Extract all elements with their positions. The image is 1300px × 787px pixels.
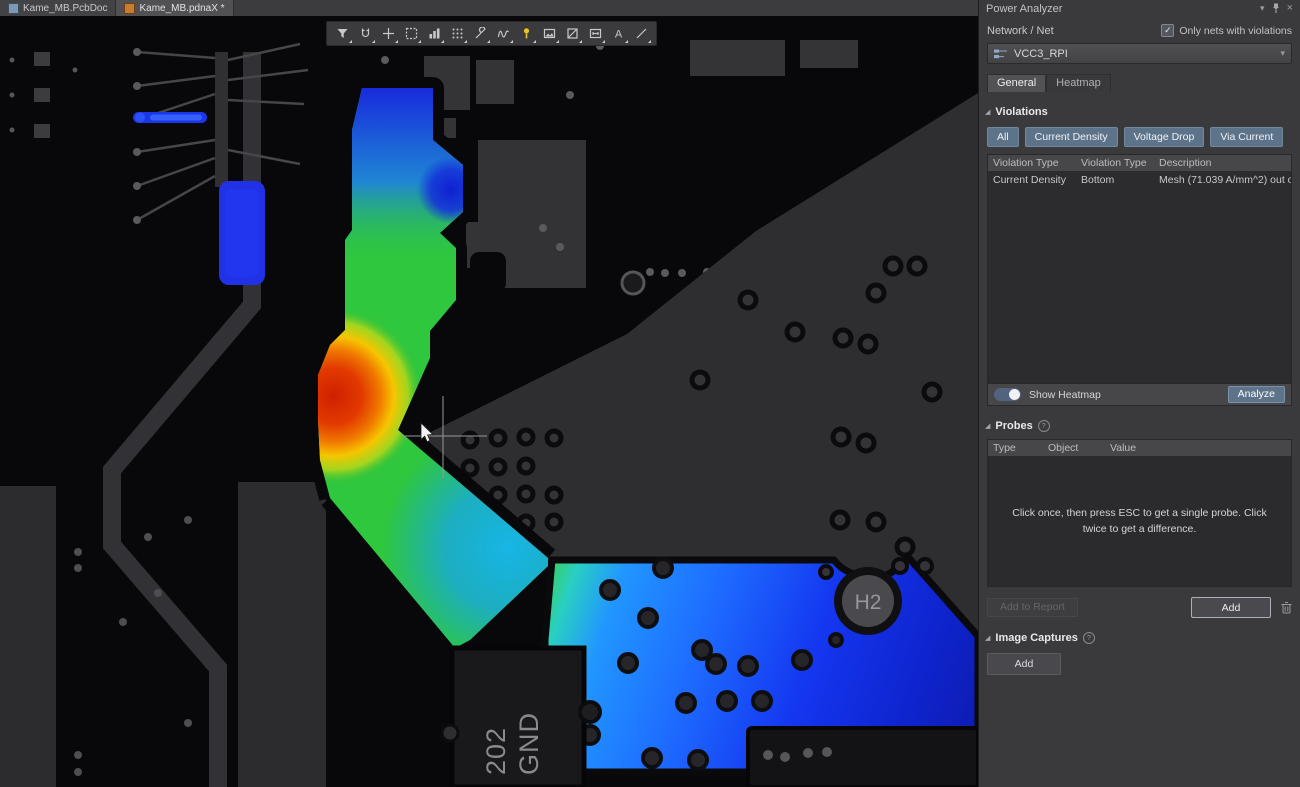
image-captures-section-header[interactable]: ◢ Image Captures ? xyxy=(985,632,1294,644)
application-window: 202 GND H2 Kame_MB.PcbDoc Kame_MB.pdnaX xyxy=(0,0,1300,787)
probes-title: Probes xyxy=(995,420,1032,432)
component-net-label: GND xyxy=(514,712,544,775)
dimension-icon[interactable] xyxy=(584,24,606,44)
pin-icon[interactable] xyxy=(1272,3,1280,15)
violation-layer-cell: Bottom xyxy=(1076,174,1154,186)
magnet-icon[interactable] xyxy=(354,24,376,44)
close-icon[interactable]: × xyxy=(1287,3,1293,14)
tab-heatmap[interactable]: Heatmap xyxy=(1046,74,1111,92)
chart-icon[interactable] xyxy=(423,24,445,44)
net-selector-dropdown[interactable]: VCC3_RPI ▾ xyxy=(987,43,1292,64)
tab-pcbdoc[interactable]: Kame_MB.PcbDoc xyxy=(0,0,116,16)
delete-probe-icon[interactable] xyxy=(1281,601,1292,614)
collapse-arrow-icon: ◢ xyxy=(985,423,990,430)
probes-empty-hint: Click once, then press ESC to get a sing… xyxy=(988,456,1291,586)
violation-row[interactable]: Current Density Bottom Mesh (71.039 A/mm… xyxy=(988,171,1291,188)
net-selector-value: VCC3_RPI xyxy=(1014,48,1274,60)
filter-voltage-drop-button[interactable]: Voltage Drop xyxy=(1124,127,1205,147)
probes-table-header: Type Object Value xyxy=(988,440,1291,456)
violations-table: Violation Type Violation Type Descriptio… xyxy=(987,154,1292,406)
filter-icon[interactable] xyxy=(331,24,353,44)
col-type[interactable]: Type xyxy=(988,442,1043,454)
info-icon[interactable]: ? xyxy=(1083,632,1095,644)
checkbox-check-icon: ✓ xyxy=(1161,24,1174,37)
measure-icon[interactable] xyxy=(492,24,514,44)
add-probe-button[interactable]: Add xyxy=(1191,597,1271,618)
wrench-icon[interactable] xyxy=(469,24,491,44)
probes-table: Type Object Value Click once, then press… xyxy=(987,439,1292,587)
net-icon xyxy=(994,49,1008,59)
tab-pcbdoc-label: Kame_MB.PcbDoc xyxy=(23,3,107,14)
violation-filters: All Current Density Voltage Drop Via Cur… xyxy=(987,127,1292,147)
pdna-doc-icon xyxy=(124,3,135,14)
collapse-arrow-icon: ◢ xyxy=(985,109,990,116)
panel-title: Power Analyzer xyxy=(986,3,1253,15)
violations-table-body: Current Density Bottom Mesh (71.039 A/mm… xyxy=(988,171,1291,383)
add-image-capture-button[interactable]: Add xyxy=(987,653,1061,675)
probes-section-header[interactable]: ◢ Probes ? xyxy=(985,420,1294,432)
tab-general[interactable]: General xyxy=(987,74,1046,92)
probe-icon[interactable] xyxy=(515,24,537,44)
network-label: Network / Net xyxy=(987,25,1054,37)
pcb-doc-icon xyxy=(8,3,19,14)
analyze-button[interactable]: Analyze xyxy=(1228,386,1285,403)
col-violation-type-2[interactable]: Violation Type xyxy=(1076,157,1154,169)
image-icon[interactable] xyxy=(538,24,560,44)
pcb-canvas[interactable]: 202 GND H2 xyxy=(0,0,978,787)
panel-menu-icon[interactable]: ▾ xyxy=(1260,4,1265,13)
filter-all-button[interactable]: All xyxy=(987,127,1019,147)
filter-via-current-button[interactable]: Via Current xyxy=(1210,127,1283,147)
network-row: Network / Net ✓ Only nets with violation… xyxy=(987,24,1292,37)
show-heatmap-label: Show Heatmap xyxy=(1029,389,1228,401)
document-tabbar: Kame_MB.PcbDoc Kame_MB.pdnaX * xyxy=(0,0,978,16)
text-icon[interactable]: A xyxy=(607,24,629,44)
col-violation-type[interactable]: Violation Type xyxy=(988,157,1076,169)
hole-label: H2 xyxy=(855,591,882,614)
add-to-report-button[interactable]: Add to Report xyxy=(987,598,1078,617)
component-ref-label: 202 xyxy=(481,727,511,775)
net-dropdown-arrow-icon: ▾ xyxy=(1280,49,1285,58)
col-object[interactable]: Object xyxy=(1043,442,1105,454)
only-violations-checkbox[interactable]: ✓ Only nets with violations xyxy=(1161,24,1292,37)
power-analyzer-panel: Power Analyzer ▾ × Network / Net ✓ Only … xyxy=(978,0,1300,787)
image-captures-title: Image Captures xyxy=(995,632,1078,644)
probes-buttons-row: Add to Report Add xyxy=(987,597,1292,618)
analyzer-toolbar: A xyxy=(326,21,657,46)
panel-header: Power Analyzer ▾ × xyxy=(979,0,1300,17)
only-violations-label: Only nets with violations xyxy=(1179,25,1292,37)
show-heatmap-toggle[interactable] xyxy=(994,388,1021,401)
tab-pdnax[interactable]: Kame_MB.pdnaX * xyxy=(116,0,233,16)
col-value[interactable]: Value xyxy=(1105,442,1291,454)
violations-table-header: Violation Type Violation Type Descriptio… xyxy=(988,155,1291,171)
svg-text:A: A xyxy=(614,29,622,41)
toggle-knob xyxy=(1009,389,1020,400)
move-icon[interactable] xyxy=(377,24,399,44)
panel-tabs: General Heatmap xyxy=(987,74,1292,92)
violations-section-header[interactable]: ◢ Violations xyxy=(985,106,1294,118)
col-description[interactable]: Description xyxy=(1154,157,1291,169)
heatmap-control-row: Show Heatmap Analyze xyxy=(988,383,1291,405)
heatmap-pour-blue xyxy=(545,558,978,787)
mesh-icon[interactable] xyxy=(446,24,468,44)
info-icon[interactable]: ? xyxy=(1038,420,1050,432)
violation-description-cell: Mesh (71.039 A/mm^2) out of limit xyxy=(1154,174,1291,186)
violation-type-cell: Current Density xyxy=(988,174,1076,186)
collapse-arrow-icon: ◢ xyxy=(985,635,990,642)
violations-title: Violations xyxy=(995,106,1047,118)
component-202: 202 GND xyxy=(442,648,600,787)
tab-pdnax-label: Kame_MB.pdnaX * xyxy=(139,3,224,14)
select-icon[interactable] xyxy=(400,24,422,44)
filter-current-density-button[interactable]: Current Density xyxy=(1025,127,1118,147)
rect-diagonal-icon[interactable] xyxy=(561,24,583,44)
line-icon[interactable] xyxy=(630,24,652,44)
